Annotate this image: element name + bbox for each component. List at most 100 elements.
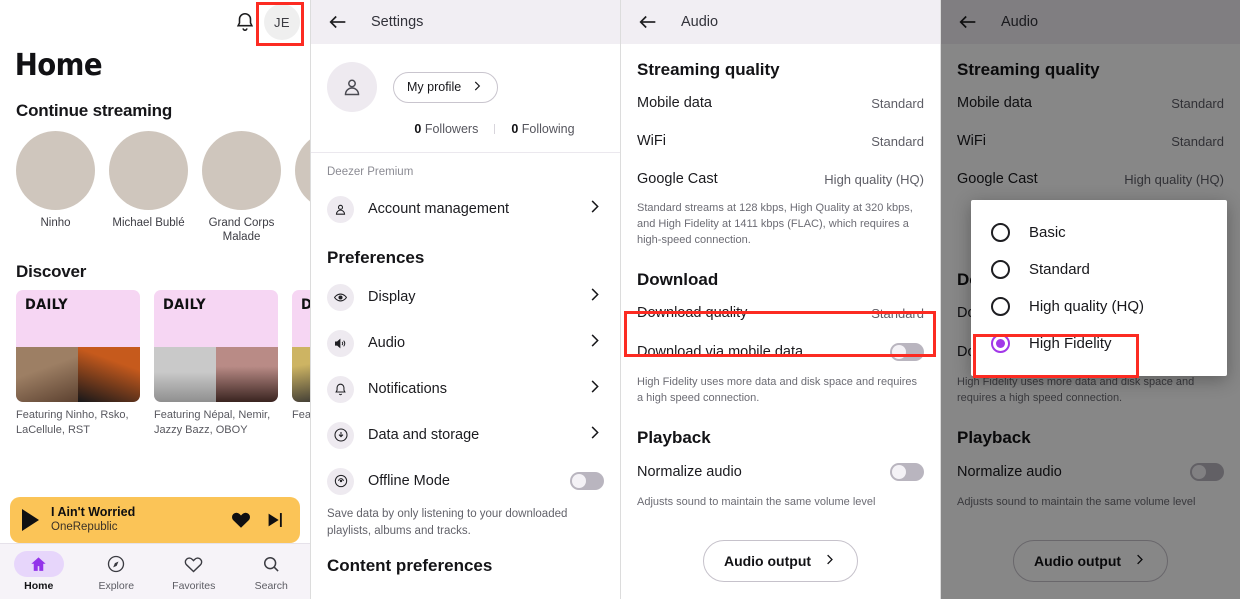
tab-explore[interactable]: Explore [78, 551, 156, 592]
panel-home: JE Home Continue streaming Ninho Michael… [0, 0, 310, 599]
row-wifi[interactable]: WiFi Standard [621, 122, 940, 160]
cover-photos [292, 347, 310, 402]
artist-card[interactable] [295, 131, 310, 244]
search-icon [246, 551, 296, 577]
row-key: WiFi [637, 133, 666, 149]
speaker-icon [327, 329, 354, 357]
row-key: Download quality [637, 305, 748, 321]
settings-item-label: Account management [368, 201, 510, 217]
row-google-cast[interactable]: Google Cast High quality (HQ) [621, 160, 940, 198]
screenshot-strip: JE Home Continue streaming Ninho Michael… [0, 0, 1240, 599]
artist-name: Michael Bublé [112, 217, 185, 229]
radio-icon[interactable] [991, 297, 1010, 316]
option-high-quality[interactable]: High quality (HQ) [971, 288, 1227, 325]
settings-item-label: Data and storage [368, 427, 480, 443]
settings-item-offline-mode[interactable]: Offline Mode [311, 458, 620, 504]
person-icon [327, 195, 354, 223]
tab-label: Explore [98, 580, 135, 592]
tab-search[interactable]: Search [233, 551, 311, 592]
eye-icon [327, 283, 354, 311]
bell-icon[interactable] [234, 11, 256, 33]
bottom-tabbar[interactable]: Home Explore Favorites Search [0, 543, 310, 599]
discover-cover: DAILY [292, 290, 310, 402]
audio-output-button[interactable]: Audio output [702, 540, 859, 582]
chevron-right-icon [470, 79, 484, 96]
back-arrow-icon[interactable] [637, 11, 659, 33]
settings-item-account-management[interactable]: Account management [311, 186, 620, 232]
home-icon [13, 551, 64, 577]
cover-photos [16, 347, 140, 402]
tab-home[interactable]: Home [0, 551, 78, 592]
home-header: JE [0, 0, 310, 44]
artist-card[interactable]: Ninho [16, 131, 95, 244]
discover-title: Discover [16, 262, 87, 281]
discover-caption: Featuring Ninho, Rsko, LaCellule, RST [16, 409, 129, 436]
following-stat[interactable]: 0 Following [511, 122, 574, 136]
person-icon [327, 62, 377, 112]
offline-icon [327, 467, 354, 495]
my-profile-button[interactable]: My profile [393, 71, 499, 103]
artist-avatar [109, 131, 188, 210]
skip-next-icon[interactable] [264, 509, 286, 531]
tab-label: Home [24, 580, 54, 592]
chevron-right-icon [585, 285, 604, 309]
settings-item-audio[interactable]: Audio [311, 320, 620, 366]
chevron-right-icon [585, 197, 604, 221]
settings-item-display[interactable]: Display [311, 274, 620, 320]
option-label: High Fidelity [1029, 335, 1112, 352]
daily-badge: DAILY [301, 297, 310, 313]
row-normalize-audio[interactable]: Normalize audio [621, 452, 940, 492]
cover-photos [154, 347, 278, 402]
back-arrow-icon[interactable] [327, 11, 349, 33]
preferences-title: Preferences [327, 248, 425, 267]
download-mobile-toggle[interactable] [890, 343, 924, 361]
heart-outline-icon [169, 551, 219, 577]
avatar[interactable]: JE [264, 4, 300, 40]
header-title: Settings [371, 14, 424, 30]
heart-filled-icon[interactable] [230, 509, 252, 531]
continue-streaming-row[interactable]: Ninho Michael Bublé Grand Corps Malade [0, 121, 310, 244]
artist-card[interactable]: Michael Bublé [109, 131, 188, 244]
radio-icon[interactable] [991, 260, 1010, 279]
row-mobile-data[interactable]: Mobile data Standard [621, 84, 940, 122]
artist-name: Grand Corps Malade [208, 217, 275, 243]
chevron-right-icon [822, 552, 837, 570]
row-download-quality[interactable]: Download quality Standard [621, 294, 940, 332]
row-download-via-mobile-data[interactable]: Download via mobile data [621, 332, 940, 372]
discover-cover: DAILY [16, 290, 140, 402]
discover-card[interactable]: DAILY Feat Diar 'YI E [292, 290, 310, 438]
artist-avatar [16, 131, 95, 210]
artist-avatar [295, 131, 310, 210]
artist-card[interactable]: Grand Corps Malade [202, 131, 281, 244]
discover-card[interactable]: DAILY Featuring Népal, Nemir, Jazzy Bazz… [154, 290, 278, 438]
discover-caption: Featuring Népal, Nemir, Jazzy Bazz, OBOY [154, 409, 271, 436]
play-icon[interactable] [22, 509, 39, 531]
panel-audio: Audio Streaming quality Mobile data Stan… [620, 0, 940, 599]
streaming-quality-note: Standard streams at 128 kbps, High Quali… [637, 202, 913, 246]
discover-row[interactable]: DAILY Featuring Ninho, Rsko, LaCellule, … [0, 282, 310, 438]
now-playing-track: I Ain't Worried [51, 505, 136, 519]
my-profile-label: My profile [407, 80, 462, 94]
row-value: Standard [871, 133, 924, 149]
radio-icon[interactable] [991, 223, 1010, 242]
settings-item-label: Notifications [368, 381, 447, 397]
panel-audio-dialog: Audio Streaming quality Mobile data Stan… [940, 0, 1240, 599]
settings-item-data-and-storage[interactable]: Data and storage [311, 412, 620, 458]
content-preferences-title: Content preferences [327, 556, 493, 575]
settings-item-notifications[interactable]: Notifications [311, 366, 620, 412]
tab-favorites[interactable]: Favorites [155, 551, 233, 592]
followers-stat[interactable]: 0 Followers [414, 122, 478, 136]
normalize-audio-toggle[interactable] [890, 463, 924, 481]
row-key: Mobile data [637, 95, 712, 111]
option-basic[interactable]: Basic [971, 214, 1227, 251]
radio-icon-selected[interactable] [991, 334, 1010, 353]
option-high-fidelity[interactable]: High Fidelity [971, 325, 1227, 362]
tab-label: Favorites [172, 580, 216, 592]
now-playing-artist: OneRepublic [51, 521, 118, 533]
followers-count: 0 [414, 122, 422, 136]
now-playing-bar[interactable]: I Ain't Worried OneRepublic [10, 497, 300, 543]
row-value: High quality (HQ) [824, 171, 924, 187]
option-standard[interactable]: Standard [971, 251, 1227, 288]
offline-mode-toggle[interactable] [570, 472, 604, 490]
discover-card[interactable]: DAILY Featuring Ninho, Rsko, LaCellule, … [16, 290, 140, 438]
